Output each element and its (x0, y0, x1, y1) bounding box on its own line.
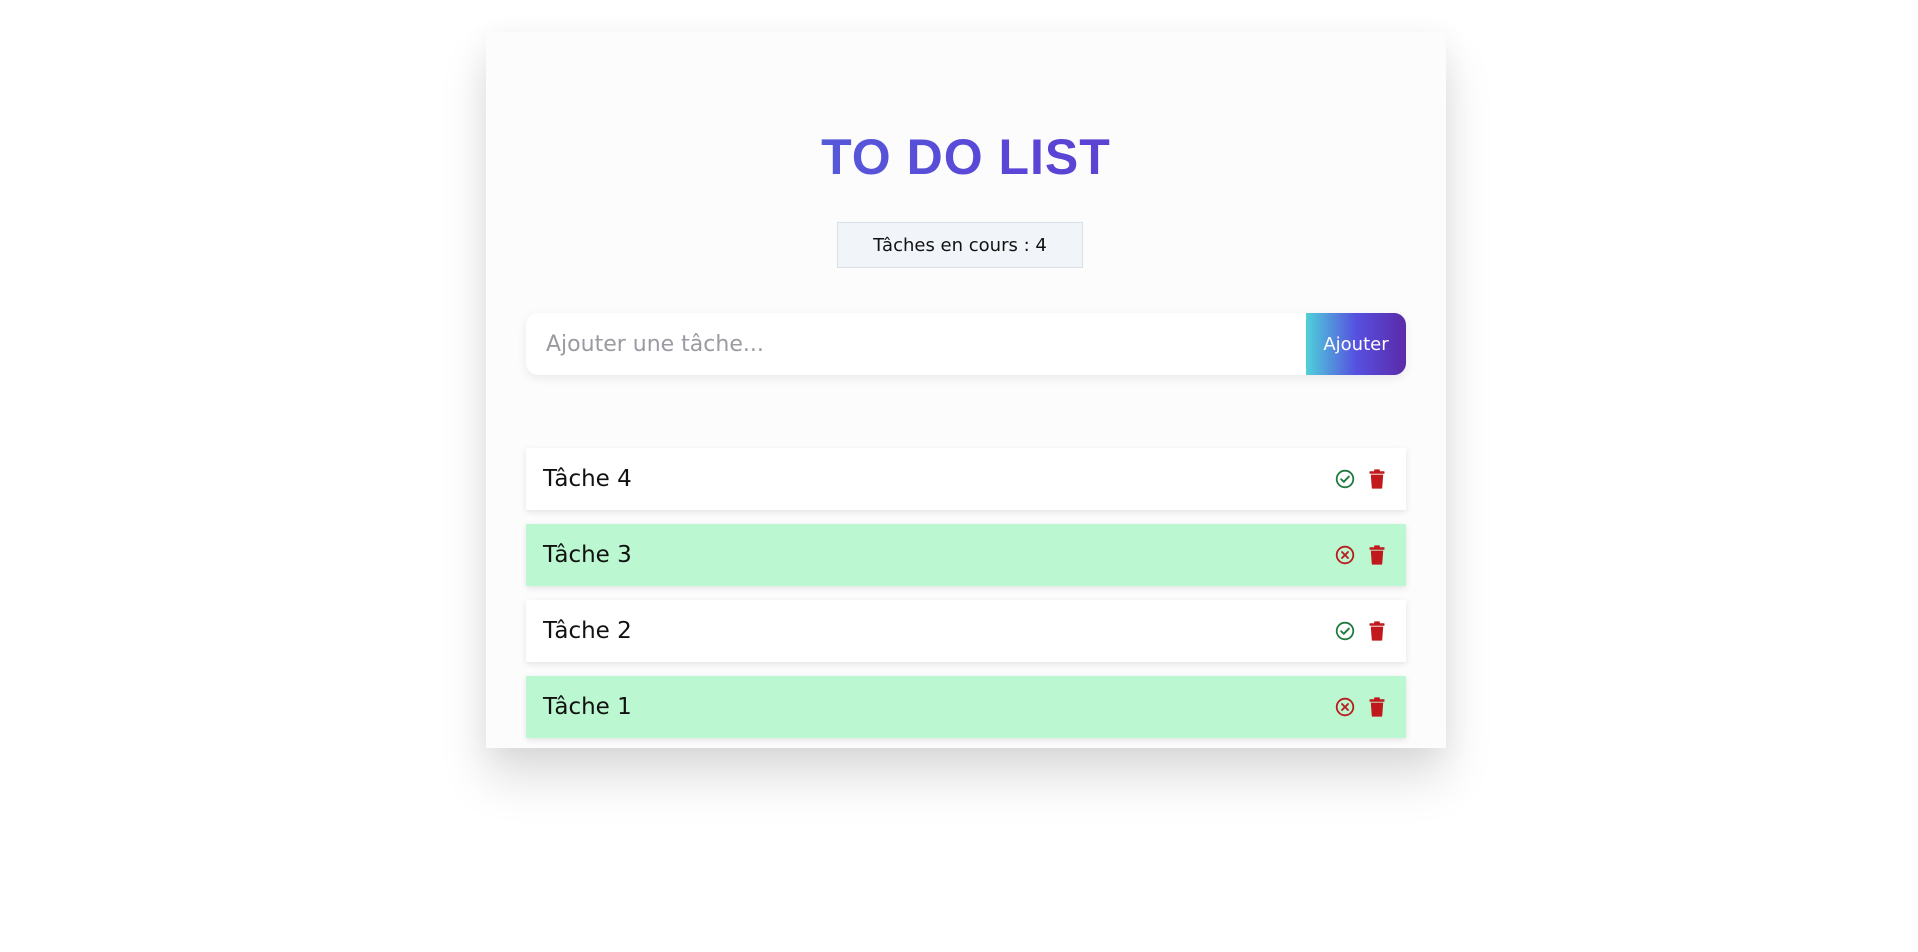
add-task-form: Ajouter (526, 313, 1406, 375)
task-input[interactable] (526, 313, 1306, 375)
task-item: Tâche 4 (526, 448, 1406, 510)
trash-icon[interactable] (1366, 468, 1388, 490)
trash-icon[interactable] (1366, 620, 1388, 642)
check-circle-icon[interactable] (1334, 468, 1356, 490)
page-title: TO DO LIST (486, 128, 1446, 186)
trash-icon[interactable] (1366, 696, 1388, 718)
task-label: Tâche 3 (543, 542, 632, 568)
check-circle-icon[interactable] (1334, 620, 1356, 642)
task-actions (1334, 524, 1388, 586)
task-actions (1334, 676, 1388, 738)
task-item: Tâche 3 (526, 524, 1406, 586)
task-label: Tâche 2 (543, 618, 632, 644)
cross-circle-icon[interactable] (1334, 544, 1356, 566)
task-list: Tâche 4 Tâche 3 Tâche 2 Tâche 1 (526, 448, 1406, 752)
task-label: Tâche 1 (543, 694, 632, 720)
task-item: Tâche 2 (526, 600, 1406, 662)
task-item: Tâche 1 (526, 676, 1406, 738)
task-actions (1334, 448, 1388, 510)
add-task-button[interactable]: Ajouter (1306, 313, 1406, 375)
task-label: Tâche 4 (543, 466, 632, 492)
task-counter: Tâches en cours : 4 (837, 222, 1083, 268)
cross-circle-icon[interactable] (1334, 696, 1356, 718)
task-actions (1334, 600, 1388, 662)
trash-icon[interactable] (1366, 544, 1388, 566)
todo-card: TO DO LIST Tâches en cours : 4 Ajouter T… (486, 32, 1446, 748)
